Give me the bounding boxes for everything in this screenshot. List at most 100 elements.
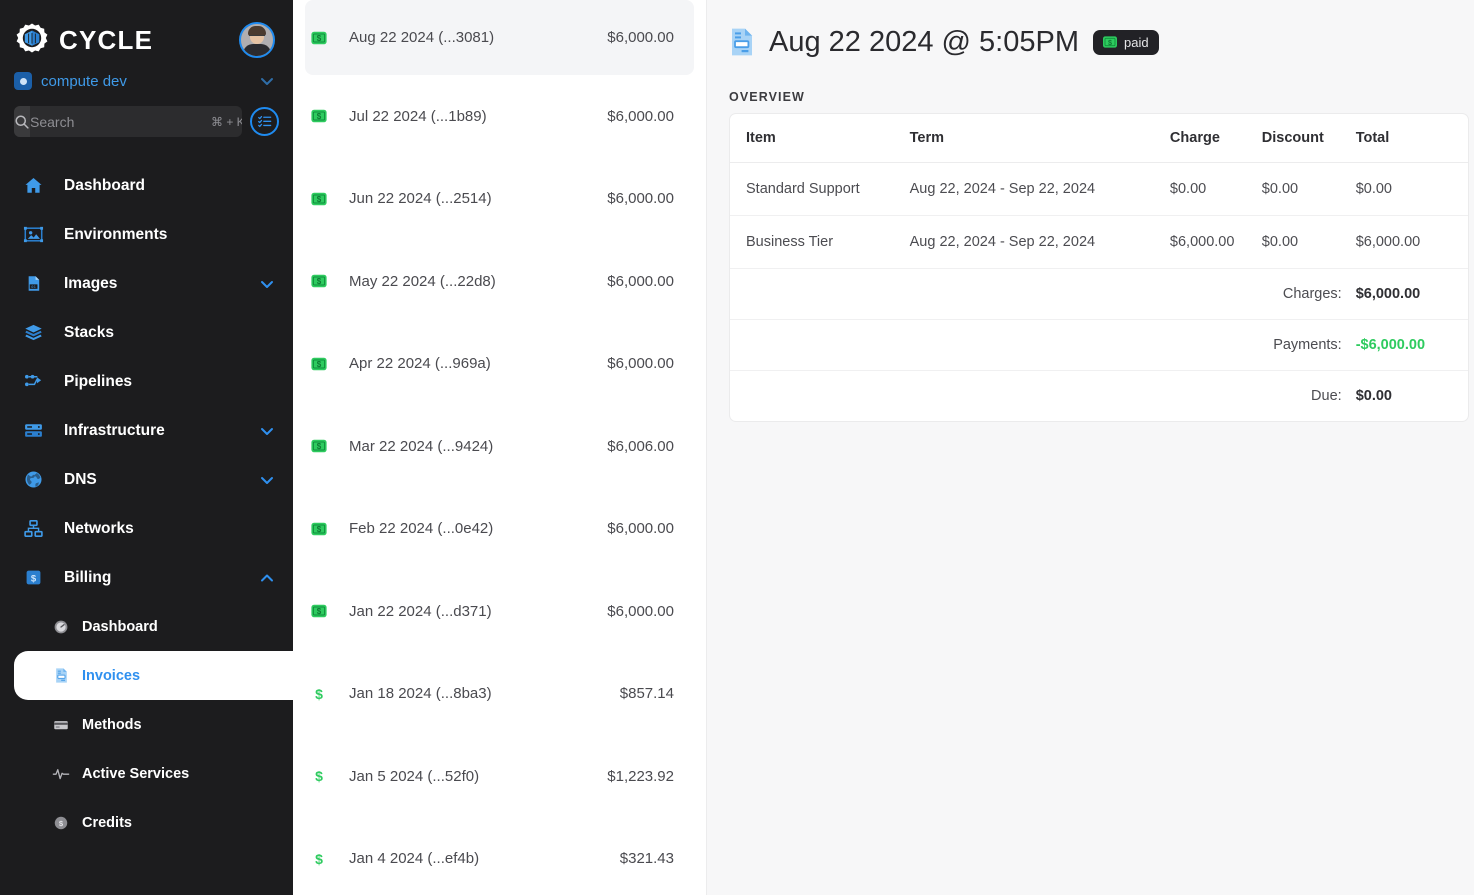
- sidebar-item-billing-dashboard[interactable]: Dashboard: [0, 602, 293, 651]
- sidebar-item-dashboard[interactable]: Dashboard: [0, 161, 293, 210]
- search-box[interactable]: ⌘ + K: [14, 106, 242, 137]
- invoice-item-name: May 22 2024 (...22d8): [349, 272, 496, 290]
- invoice-list-item[interactable]: $ Jul 22 2024 (...1b89) $6,000.00: [293, 75, 706, 158]
- sidebar-item-label: Images: [64, 274, 118, 292]
- svg-text:$: $: [317, 442, 322, 451]
- pulse-icon: [52, 766, 70, 782]
- invoice-item-amount: $6,000.00: [607, 272, 674, 290]
- list-checklist-icon-button[interactable]: [250, 107, 279, 136]
- chevron-up-icon[interactable]: [259, 570, 275, 586]
- svg-text:$: $: [317, 607, 322, 616]
- cell-discount: $0.00: [1261, 162, 1356, 216]
- sidebar-header: CYCLE: [0, 0, 293, 58]
- invoice-item-amount: $6,000.00: [607, 107, 674, 125]
- cell-charge: $0.00: [1169, 162, 1262, 216]
- invoice-list-item[interactable]: $ Jan 4 2024 (...ef4b) $321.43: [293, 818, 706, 895]
- pipeline-icon: [22, 371, 44, 392]
- svg-text:$: $: [30, 573, 36, 584]
- table-row: Standard Support Aug 22, 2024 - Sep 22, …: [730, 162, 1468, 216]
- sidebar-item-label: Networks: [64, 519, 134, 537]
- cell-discount: $0.00: [1261, 215, 1356, 269]
- context-switcher[interactable]: compute dev: [0, 58, 293, 90]
- sidebar-item-networks[interactable]: Networks: [0, 504, 293, 553]
- invoice-list-item[interactable]: $ Jan 18 2024 (...8ba3) $857.14: [293, 653, 706, 736]
- brand-name: CYCLE: [59, 24, 154, 55]
- summary-value: -$6,000.00: [1355, 337, 1426, 353]
- invoice-list-item[interactable]: $ Jan 22 2024 (...d371) $6,000.00: [293, 570, 706, 653]
- svg-text:$: $: [317, 34, 322, 43]
- server-icon: [22, 420, 44, 441]
- invoice-item-name: Aug 22 2024 (...3081): [349, 29, 495, 46]
- sidebar-item-billing-active-services[interactable]: Active Services: [0, 749, 293, 798]
- cell-total: $0.00: [1355, 162, 1468, 216]
- sidebar-item-environments[interactable]: Environments: [0, 210, 293, 259]
- invoice-item-amount: $321.43: [619, 850, 674, 868]
- svg-text:$: $: [317, 360, 322, 369]
- page-title: Aug 22 2024 @ 5:05PM: [769, 25, 1079, 58]
- overview-table: Item Term Charge Discount Total Standard…: [730, 114, 1468, 421]
- invoice-item-amount: $857.14: [619, 685, 674, 703]
- invoice-item-name: Jan 18 2024 (...8ba3): [349, 685, 492, 703]
- cell-item: Business Tier: [730, 215, 910, 269]
- hub-icon: [14, 72, 32, 90]
- chevron-down-icon[interactable]: [259, 472, 275, 488]
- sidebar-subitem-label: Dashboard: [82, 618, 158, 635]
- sidebar-item-billing-invoices[interactable]: Invoices: [14, 651, 293, 700]
- paid-money-icon-icon: $: [311, 108, 327, 124]
- summary-row-charges: Charges: $6,000.00: [730, 268, 1468, 320]
- sidebar-subitem-label: Active Services: [82, 765, 190, 782]
- summary-value: $0.00: [1355, 388, 1392, 404]
- cell-total: $6,000.00: [1355, 215, 1468, 269]
- svg-text:$: $: [1108, 38, 1112, 47]
- invoice-list-item[interactable]: $ Apr 22 2024 (...969a) $6,000.00: [293, 323, 706, 406]
- sidebar-item-pipelines[interactable]: Pipelines: [0, 357, 293, 406]
- search-input[interactable]: [30, 113, 211, 130]
- avatar[interactable]: [239, 22, 275, 58]
- sidebar-item-label: Infrastructure: [64, 421, 165, 439]
- invoice-item-name: Mar 22 2024 (...9424): [349, 437, 494, 455]
- sidebar-item-infrastructure[interactable]: Infrastructure: [0, 406, 293, 455]
- invoice-list-item[interactable]: $ Aug 22 2024 (...3081) $6,000.00: [305, 0, 694, 75]
- invoice-list-item[interactable]: $ May 22 2024 (...22d8) $6,000.00: [293, 240, 706, 323]
- dollar-square-icon: $: [22, 568, 44, 587]
- sidebar-item-billing-methods[interactable]: Methods: [0, 700, 293, 749]
- sidebar-item-label: DNS: [64, 470, 97, 488]
- invoice-detail-header: Aug 22 2024 @ 5:05PM $ paid: [729, 18, 1462, 66]
- app-root: CYCLE compute dev ⌘ + K: [0, 0, 1474, 895]
- column-header-term: Term: [909, 114, 1170, 163]
- globe-icon: [22, 469, 44, 490]
- svg-text:$: $: [317, 112, 322, 121]
- invoice-list-item[interactable]: $ Mar 22 2024 (...9424) $6,006.00: [293, 405, 706, 488]
- sidebar-subitem-label: Invoices: [82, 667, 141, 684]
- paid-money-icon-icon: $: [311, 356, 327, 372]
- sidebar-item-billing[interactable]: $ Billing: [0, 553, 293, 602]
- table-header-row: Item Term Charge Discount Total: [730, 114, 1468, 163]
- dollar-sign-icon-icon: $: [311, 686, 327, 702]
- summary-label: Due:: [1311, 388, 1342, 404]
- sidebar-item-stacks[interactable]: Stacks: [0, 308, 293, 357]
- environments-icon: [22, 224, 44, 245]
- brand-logo[interactable]: CYCLE: [14, 22, 153, 58]
- svg-text:$: $: [315, 851, 323, 867]
- invoice-detail-panel: Aug 22 2024 @ 5:05PM $ paid OVERVIEW Ite…: [707, 0, 1474, 895]
- invoice-list-item[interactable]: $ Jun 22 2024 (...2514) $6,000.00: [293, 158, 706, 241]
- svg-text:01: 01: [31, 284, 36, 289]
- invoice-list-item[interactable]: $ Jan 5 2024 (...52f0) $1,223.92: [293, 735, 706, 818]
- dollar-sign-icon-icon: $: [311, 768, 327, 784]
- sidebar-item-billing-credits[interactable]: $ Credits: [0, 798, 293, 847]
- chevron-down-icon[interactable]: [259, 423, 275, 439]
- sidebar-item-label: Stacks: [64, 323, 114, 341]
- paid-money-icon-icon: $: [311, 191, 327, 207]
- column-header-total: Total: [1355, 114, 1468, 163]
- overview-card: Item Term Charge Discount Total Standard…: [729, 113, 1469, 422]
- sidebar-item-dns[interactable]: DNS: [0, 455, 293, 504]
- sidebar-item-images[interactable]: 01 Images: [0, 259, 293, 308]
- svg-text:$: $: [315, 686, 323, 702]
- invoice-item-amount: $6,000.00: [607, 29, 674, 46]
- cell-term: Aug 22, 2024 - Sep 22, 2024: [909, 215, 1170, 269]
- chevron-down-icon[interactable]: [259, 276, 275, 292]
- paid-money-icon-icon: $: [311, 30, 327, 46]
- dollar-sign-icon-icon: $: [311, 851, 327, 867]
- invoice-list-item[interactable]: $ Feb 22 2024 (...0e42) $6,000.00: [293, 488, 706, 571]
- paid-money-icon-icon: $: [311, 438, 327, 454]
